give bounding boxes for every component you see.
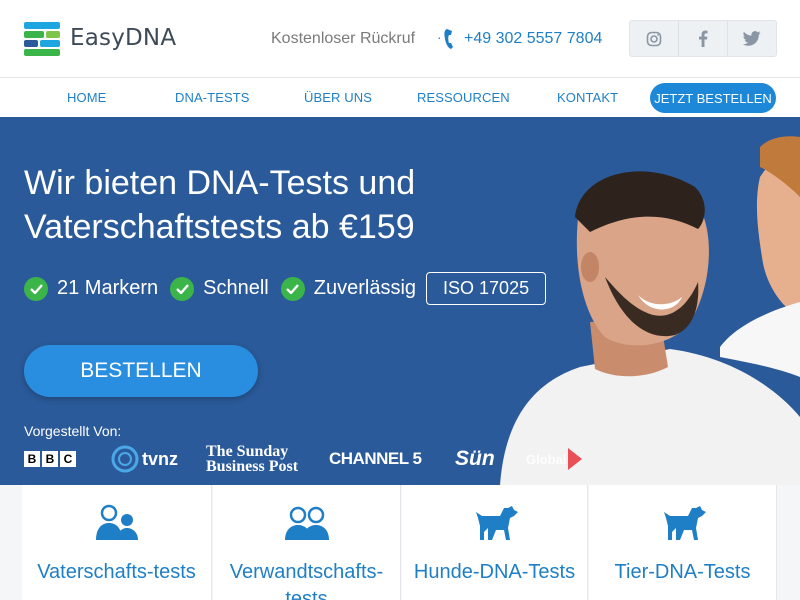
media-logo-channel5: CHANNEL 5 bbox=[329, 449, 422, 468]
media-logo-sunday-business-post: The Sunday Business Post bbox=[206, 443, 299, 475]
tile-label: Hunde-DNA-Tests bbox=[413, 561, 576, 583]
tile-label: Tier-DNA-Tests bbox=[614, 561, 751, 583]
media-logo-sun: Sün bbox=[455, 447, 495, 470]
callback-link[interactable]: Kostenloser Rückruf bbox=[271, 30, 415, 48]
nav-about[interactable]: ÜBER UNS bbox=[304, 90, 372, 105]
check-icon bbox=[280, 276, 305, 301]
logo[interactable]: EasyDNA bbox=[24, 20, 176, 56]
twitter-icon[interactable] bbox=[728, 21, 776, 56]
logo-text: EasyDNA bbox=[70, 25, 177, 51]
tile-label: Verwandtschafts-tests bbox=[229, 561, 384, 600]
facebook-icon[interactable] bbox=[679, 21, 728, 56]
tile-relationship[interactable]: Verwandtschafts-tests bbox=[213, 485, 401, 600]
feature-item: 21 Markern bbox=[24, 276, 159, 301]
check-icon bbox=[24, 276, 48, 301]
tile-paternity[interactable]: Vaterschafts-tests bbox=[22, 485, 212, 600]
order-button[interactable]: BESTELLEN bbox=[24, 345, 258, 397]
global-icon bbox=[568, 448, 583, 470]
parent-child-icon bbox=[95, 504, 138, 540]
feature-item: Zuverlässig bbox=[280, 276, 417, 301]
social-links bbox=[629, 20, 777, 57]
nav-dna-tests[interactable]: DNA-TESTS bbox=[175, 90, 250, 105]
dog-icon bbox=[663, 506, 706, 540]
hero-banner: Wir bieten DNA-Tests und Vaterschaftstes… bbox=[0, 117, 800, 485]
feature-label: 21 Markern bbox=[57, 277, 159, 299]
dog-icon bbox=[475, 506, 518, 540]
tile-animal-dna[interactable]: Tier-DNA-Tests bbox=[589, 485, 777, 600]
feature-item: Schnell bbox=[170, 276, 269, 301]
phone-icon bbox=[444, 29, 453, 49]
check-icon bbox=[170, 276, 195, 301]
media-logo-global: Global bbox=[526, 444, 584, 474]
presented-by-label: Vorgestellt Von: bbox=[24, 423, 122, 439]
nav-resources[interactable]: RESSOURCEN bbox=[417, 90, 510, 105]
order-now-button[interactable]: JETZT BESTELLEN bbox=[650, 83, 776, 113]
header: EasyDNA Kostenloser Rückruf · +49 302 55… bbox=[0, 0, 800, 78]
hero-title: Wir bieten DNA-Tests und Vaterschaftstes… bbox=[24, 164, 416, 246]
media-logo-tvnz: tvnz bbox=[110, 444, 178, 474]
family-icon bbox=[284, 506, 329, 540]
media-logo-bbc: BBC bbox=[24, 444, 78, 474]
hero-features: 21 Markern Schnell Zuverlässig ISO 17025 bbox=[24, 272, 547, 305]
separator-dot: · bbox=[437, 29, 442, 45]
easydna-logo-icon bbox=[24, 20, 60, 56]
instagram-icon[interactable] bbox=[630, 21, 679, 56]
service-tiles: Vaterschafts-tests Verwandtschafts-tests… bbox=[0, 485, 800, 600]
tvnz-icon bbox=[111, 445, 139, 473]
iso-badge: ISO 17025 bbox=[426, 272, 547, 305]
nav-contact[interactable]: KONTAKT bbox=[557, 90, 618, 105]
feature-label: Schnell bbox=[203, 277, 269, 299]
phone-number[interactable]: +49 302 5557 7804 bbox=[464, 30, 602, 48]
nav-home[interactable]: HOME bbox=[67, 90, 106, 105]
tile-dog-dna[interactable]: Hunde-DNA-Tests bbox=[402, 485, 588, 600]
feature-label: Zuverlässig bbox=[313, 277, 417, 299]
tile-label: Vaterschafts-tests bbox=[37, 561, 196, 583]
